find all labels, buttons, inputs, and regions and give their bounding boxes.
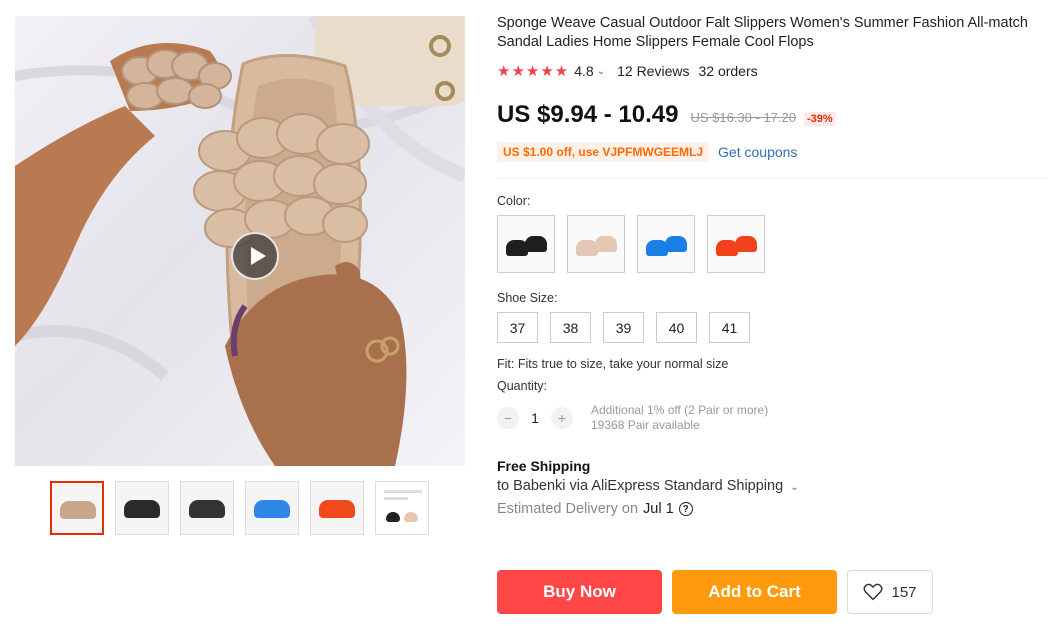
quantity-decrease-button[interactable]: − [497, 407, 519, 429]
color-swatch-blue[interactable] [637, 215, 695, 273]
color-swatch-black[interactable] [497, 215, 555, 273]
thumb-image [254, 500, 290, 518]
play-video-button[interactable] [231, 232, 279, 280]
quantity-input[interactable]: 1 [519, 410, 551, 426]
add-to-cart-button[interactable]: Add to Cart [672, 570, 837, 614]
thumbnail[interactable] [180, 481, 234, 535]
price-row: US $9.94 - 10.49 US $16.30 - 17.20 -39% [497, 101, 1047, 131]
coupon-row: US $1.00 off, use VJPFMWGEEMLJ Get coupo… [497, 141, 1047, 163]
star-rating-icon: ★★★★★ [497, 63, 570, 80]
thumb-image [404, 512, 418, 522]
original-price: US $16.30 - 17.20 [690, 110, 796, 125]
thumbnail[interactable] [115, 481, 169, 535]
quantity-label: Quantity: [497, 379, 548, 393]
size-options: 37 38 39 40 41 [497, 312, 1047, 343]
size-option[interactable]: 39 [603, 312, 644, 343]
shipping-title: Free Shipping [497, 458, 591, 474]
wishlist-count: 157 [891, 583, 917, 601]
thumbnail-strip [50, 481, 429, 535]
action-buttons: Buy Now Add to Cart 157 [497, 570, 933, 614]
reviews-link[interactable]: 12 Reviews [617, 63, 689, 79]
color-label: Color: [497, 194, 531, 208]
orders-count: 32 orders [698, 63, 758, 79]
wishlist-button[interactable]: 157 [847, 570, 933, 614]
swatch-shoe [735, 236, 757, 252]
thumbnail[interactable] [310, 481, 364, 535]
buy-now-button[interactable]: Buy Now [497, 570, 662, 614]
color-swatch-orange[interactable] [707, 215, 765, 273]
shipping-method-text: to Babenki via AliExpress Standard Shipp… [497, 478, 784, 494]
thumb-doc-line [384, 497, 408, 500]
product-title: Sponge Weave Casual Outdoor Falt Slipper… [497, 15, 1028, 50]
current-price: US $9.94 - 10.49 [497, 101, 679, 128]
swatch-shoe [665, 236, 687, 252]
size-label: Shoe Size: [497, 291, 558, 305]
thumbnail[interactable] [50, 481, 104, 535]
thumb-image [189, 500, 225, 518]
color-swatches [497, 215, 1047, 273]
chevron-down-icon: ⌄ [790, 482, 799, 493]
chevron-down-icon[interactable]: ⌄ [597, 66, 605, 77]
quantity-increase-button[interactable]: + [551, 407, 573, 429]
rating-value[interactable]: 4.8 [574, 63, 593, 79]
thumb-doc-line [384, 490, 422, 493]
fit-note: Fit: Fits true to size, take your normal… [497, 357, 729, 371]
thumbnail[interactable] [245, 481, 299, 535]
thumb-image [124, 500, 160, 518]
product-main-image[interactable] [15, 16, 465, 466]
stock-available-text: 19368 Pair available [591, 418, 700, 432]
delivery-label: Estimated Delivery on [497, 501, 639, 517]
size-option[interactable]: 38 [550, 312, 591, 343]
coupon-tag: US $1.00 off, use VJPFMWGEEMLJ [497, 142, 710, 162]
swatch-shoe [595, 236, 617, 252]
bulk-discount-text: Additional 1% off (2 Pair or more) [591, 403, 769, 417]
thumbnail[interactable] [375, 481, 429, 535]
help-icon[interactable]: ? [678, 502, 693, 516]
size-option[interactable]: 37 [497, 312, 538, 343]
thumb-image [60, 501, 96, 519]
get-coupons-link[interactable]: Get coupons [718, 144, 797, 160]
delivery-date: Jul 1 [643, 501, 674, 517]
thumb-image [319, 500, 355, 518]
product-info-panel: Sponge Weave Casual Outdoor Falt Slipper… [497, 14, 1047, 517]
rating-row: ★★★★★ 4.8 ⌄ 12 Reviews 32 orders [497, 61, 1047, 81]
discount-badge: -39% [803, 112, 836, 126]
heart-icon [863, 583, 884, 601]
color-swatch-beige[interactable] [567, 215, 625, 273]
quantity-stepper: − 1 + Additional 1% off (2 Pair or more)… [497, 403, 1047, 433]
shipping-method[interactable]: to Babenki via AliExpress Standard Shipp… [497, 478, 1047, 494]
swatch-shoe [525, 236, 547, 252]
quantity-info: Additional 1% off (2 Pair or more) 19368… [591, 403, 768, 433]
divider [497, 178, 1045, 179]
thumb-image [386, 512, 400, 522]
estimated-delivery: Estimated Delivery on Jul 1 ? [497, 501, 1047, 517]
size-option[interactable]: 41 [709, 312, 750, 343]
size-option[interactable]: 40 [656, 312, 697, 343]
